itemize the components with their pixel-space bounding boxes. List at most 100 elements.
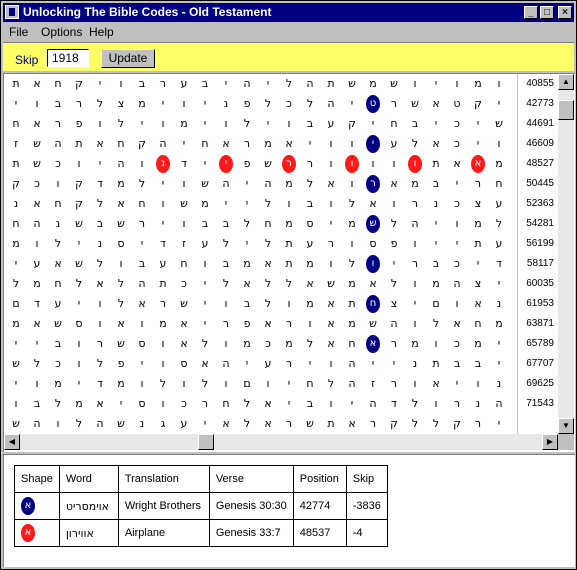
grid-letter[interactable]: ו: [152, 354, 174, 374]
grid-letter[interactable]: א: [257, 254, 279, 274]
grid-letter[interactable]: ל: [257, 194, 279, 214]
grid-letter[interactable]: י: [236, 354, 258, 374]
grid-letter[interactable]: ק: [446, 414, 468, 434]
grid-letter[interactable]: י: [68, 294, 90, 314]
grid-letter[interactable]: ו: [404, 74, 426, 94]
grid-letter[interactable]: ז: [5, 134, 27, 154]
grid-letter[interactable]: ת: [341, 294, 363, 314]
grid-letter[interactable]: ל: [299, 334, 321, 354]
grid-letter[interactable]: ל: [110, 114, 132, 134]
grid-letter[interactable]: א: [173, 334, 195, 354]
grid-letter[interactable]: י: [131, 354, 153, 374]
grid-letter[interactable]: ו: [257, 374, 279, 394]
blue-highlight-marker[interactable]: י: [366, 135, 380, 153]
blue-highlight-marker[interactable]: ח: [366, 295, 380, 313]
grid-letter[interactable]: ל: [236, 214, 258, 234]
grid-letter[interactable]: ח: [215, 394, 237, 414]
grid-letter[interactable]: ת: [425, 354, 447, 374]
grid-letter[interactable]: י: [89, 154, 111, 174]
grid-letter[interactable]: י: [299, 354, 321, 374]
grid-letter[interactable]: ר: [131, 214, 153, 234]
grid-letter[interactable]: ל: [383, 274, 405, 294]
grid-letter[interactable]: ב: [47, 334, 69, 354]
grid-letter[interactable]: כ: [47, 354, 69, 374]
grid-letter[interactable]: א: [425, 374, 447, 394]
grid-letter[interactable]: ב: [131, 254, 153, 274]
grid-letter[interactable]: ת: [320, 414, 342, 434]
grid-letter[interactable]: נ: [131, 414, 153, 434]
grid-letter[interactable]: י: [131, 234, 153, 254]
grid-letter[interactable]: א: [425, 94, 447, 114]
grid-letter[interactable]: י: [362, 354, 384, 374]
grid-letter[interactable]: ו: [215, 374, 237, 394]
grid-letter[interactable]: ו: [341, 234, 363, 254]
grid-letter[interactable]: ד: [152, 234, 174, 254]
grid-letter[interactable]: ג: [152, 414, 174, 434]
grid-letter[interactable]: א: [26, 194, 48, 214]
grid-letter[interactable]: א: [257, 414, 279, 434]
grid-letter[interactable]: ע: [173, 414, 195, 434]
skip-input[interactable]: 1918: [47, 49, 89, 67]
grid-letter[interactable]: ש: [341, 74, 363, 94]
grid-letter[interactable]: ב: [26, 394, 48, 414]
grid-letter[interactable]: ב: [89, 214, 111, 234]
grid-letter[interactable]: ח: [5, 214, 27, 234]
grid-letter[interactable]: ל: [236, 114, 258, 134]
grid-letter[interactable]: ם: [425, 294, 447, 314]
grid-letter[interactable]: א: [320, 174, 342, 194]
grid-letter[interactable]: י: [488, 334, 510, 354]
grid-letter[interactable]: ר: [152, 294, 174, 314]
grid-letter[interactable]: ס: [110, 234, 132, 254]
blue-highlight-marker[interactable]: ר: [366, 175, 380, 193]
grid-letter[interactable]: ל: [89, 194, 111, 214]
grid-letter[interactable]: י: [194, 294, 216, 314]
grid-letter[interactable]: ק: [68, 194, 90, 214]
grid-letter[interactable]: ו: [110, 254, 132, 274]
grid-letter[interactable]: ל: [5, 274, 27, 294]
grid-letter[interactable]: ש: [26, 154, 48, 174]
grid-letter[interactable]: ש: [68, 214, 90, 234]
grid-letter[interactable]: מ: [467, 74, 489, 94]
grid-letter[interactable]: מ: [278, 214, 300, 234]
grid-letter[interactable]: ו: [89, 114, 111, 134]
grid-letter[interactable]: ר: [383, 94, 405, 114]
grid-letter[interactable]: ר: [467, 174, 489, 194]
menu-options[interactable]: Options: [41, 25, 82, 39]
grid-letter[interactable]: ה: [215, 174, 237, 194]
grid-letter[interactable]: י: [257, 74, 279, 94]
grid-letter[interactable]: ל: [278, 274, 300, 294]
grid-letter[interactable]: ח: [257, 214, 279, 234]
grid-letter[interactable]: ח: [383, 114, 405, 134]
grid-letter[interactable]: ה: [362, 394, 384, 414]
grid-letter[interactable]: י: [425, 214, 447, 234]
grid-letter[interactable]: י: [446, 174, 468, 194]
grid-letter[interactable]: פ: [383, 234, 405, 254]
grid-letter[interactable]: ו: [404, 314, 426, 334]
grid-letter[interactable]: ו: [152, 334, 174, 354]
grid-letter[interactable]: צ: [110, 94, 132, 114]
grid-letter[interactable]: ו: [131, 154, 153, 174]
grid-letter[interactable]: ש: [47, 314, 69, 334]
grid-letter[interactable]: ו: [215, 294, 237, 314]
grid-letter[interactable]: י: [488, 354, 510, 374]
grid-letter[interactable]: ם: [236, 374, 258, 394]
red-highlight-marker[interactable]: ו: [408, 155, 422, 173]
grid-letter[interactable]: ל: [47, 394, 69, 414]
scroll-right-button[interactable]: ▶: [542, 434, 558, 450]
grid-letter[interactable]: ו: [215, 114, 237, 134]
grid-letter[interactable]: מ: [173, 114, 195, 134]
grid-letter[interactable]: ו: [446, 214, 468, 234]
grid-letter[interactable]: א: [47, 254, 69, 274]
grid-letter[interactable]: ו: [488, 134, 510, 154]
table-row[interactable]: א אוימסריט Wright Brothers Genesis 30:30…: [14, 492, 388, 520]
grid-letter[interactable]: ל: [488, 214, 510, 234]
grid-letter[interactable]: י: [194, 414, 216, 434]
grid-letter[interactable]: מ: [68, 394, 90, 414]
grid-letter[interactable]: ר: [278, 354, 300, 374]
grid-letter[interactable]: ו: [425, 394, 447, 414]
grid-letter[interactable]: ל: [257, 274, 279, 294]
grid-letter[interactable]: א: [467, 294, 489, 314]
grid-letter[interactable]: ה: [131, 274, 153, 294]
grid-letter[interactable]: ה: [110, 154, 132, 174]
grid-letter[interactable]: ל: [236, 394, 258, 414]
